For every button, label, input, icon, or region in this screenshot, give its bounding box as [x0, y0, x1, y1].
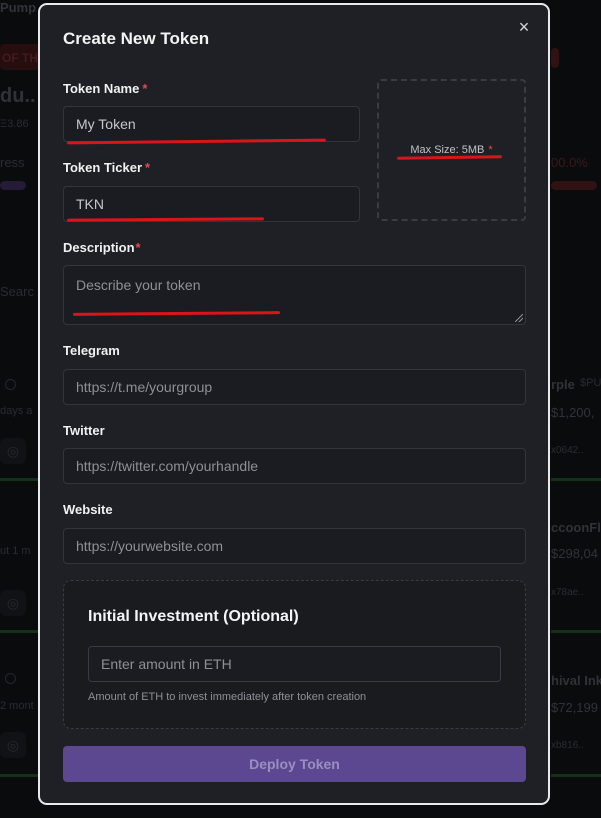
image-upload-dropzone[interactable]: Max Size: 5MB * [377, 79, 526, 221]
telegram-placeholder: https://t.me/yourgroup [76, 379, 213, 395]
website-input[interactable]: https://yourwebsite.com [63, 528, 526, 564]
description-label: Description* [63, 240, 141, 255]
website-placeholder: https://yourwebsite.com [76, 538, 224, 554]
upload-size-text: Max Size: 5MB [410, 144, 485, 156]
required-marker: * [135, 240, 141, 255]
token-name-label: Token Name * [63, 81, 147, 96]
twitter-label: Twitter [63, 423, 105, 438]
token-name-value: My Token [76, 116, 136, 132]
twitter-placeholder: https://twitter.com/yourhandle [76, 458, 259, 474]
description-placeholder: Describe your token [76, 277, 201, 293]
resize-handle[interactable] [515, 314, 523, 322]
required-marker: * [142, 81, 148, 96]
initial-investment-section: Initial Investment (Optional) Enter amou… [63, 580, 526, 729]
token-ticker-value: TKN [76, 196, 104, 212]
website-label: Website [63, 502, 113, 517]
telegram-label: Telegram [63, 343, 120, 358]
token-name-label-text: Token Name [63, 81, 140, 96]
investment-help-text: Amount of ETH to invest immediately afte… [88, 691, 367, 703]
token-ticker-label: Token Ticker * [63, 160, 150, 175]
token-name-input[interactable]: My Token [63, 106, 360, 142]
investment-amount-input[interactable]: Enter amount in ETH [88, 646, 501, 682]
telegram-input[interactable]: https://t.me/yourgroup [63, 369, 526, 405]
create-token-modal: × Create New Token Token Name * My Token … [38, 3, 550, 805]
token-ticker-label-text: Token Ticker [63, 160, 142, 175]
deploy-token-button[interactable]: Deploy Token [63, 746, 526, 782]
required-marker: * [488, 144, 493, 156]
required-marker: * [145, 160, 151, 175]
twitter-input[interactable]: https://twitter.com/yourhandle [63, 448, 526, 484]
investment-placeholder: Enter amount in ETH [101, 656, 232, 672]
description-textarea[interactable]: Describe your token [63, 265, 526, 325]
token-ticker-input[interactable]: TKN [63, 186, 360, 222]
investment-title: Initial Investment (Optional) [88, 608, 299, 625]
modal-title: Create New Token [63, 29, 210, 48]
description-label-text: Description [63, 240, 135, 255]
close-icon[interactable]: × [516, 18, 532, 36]
